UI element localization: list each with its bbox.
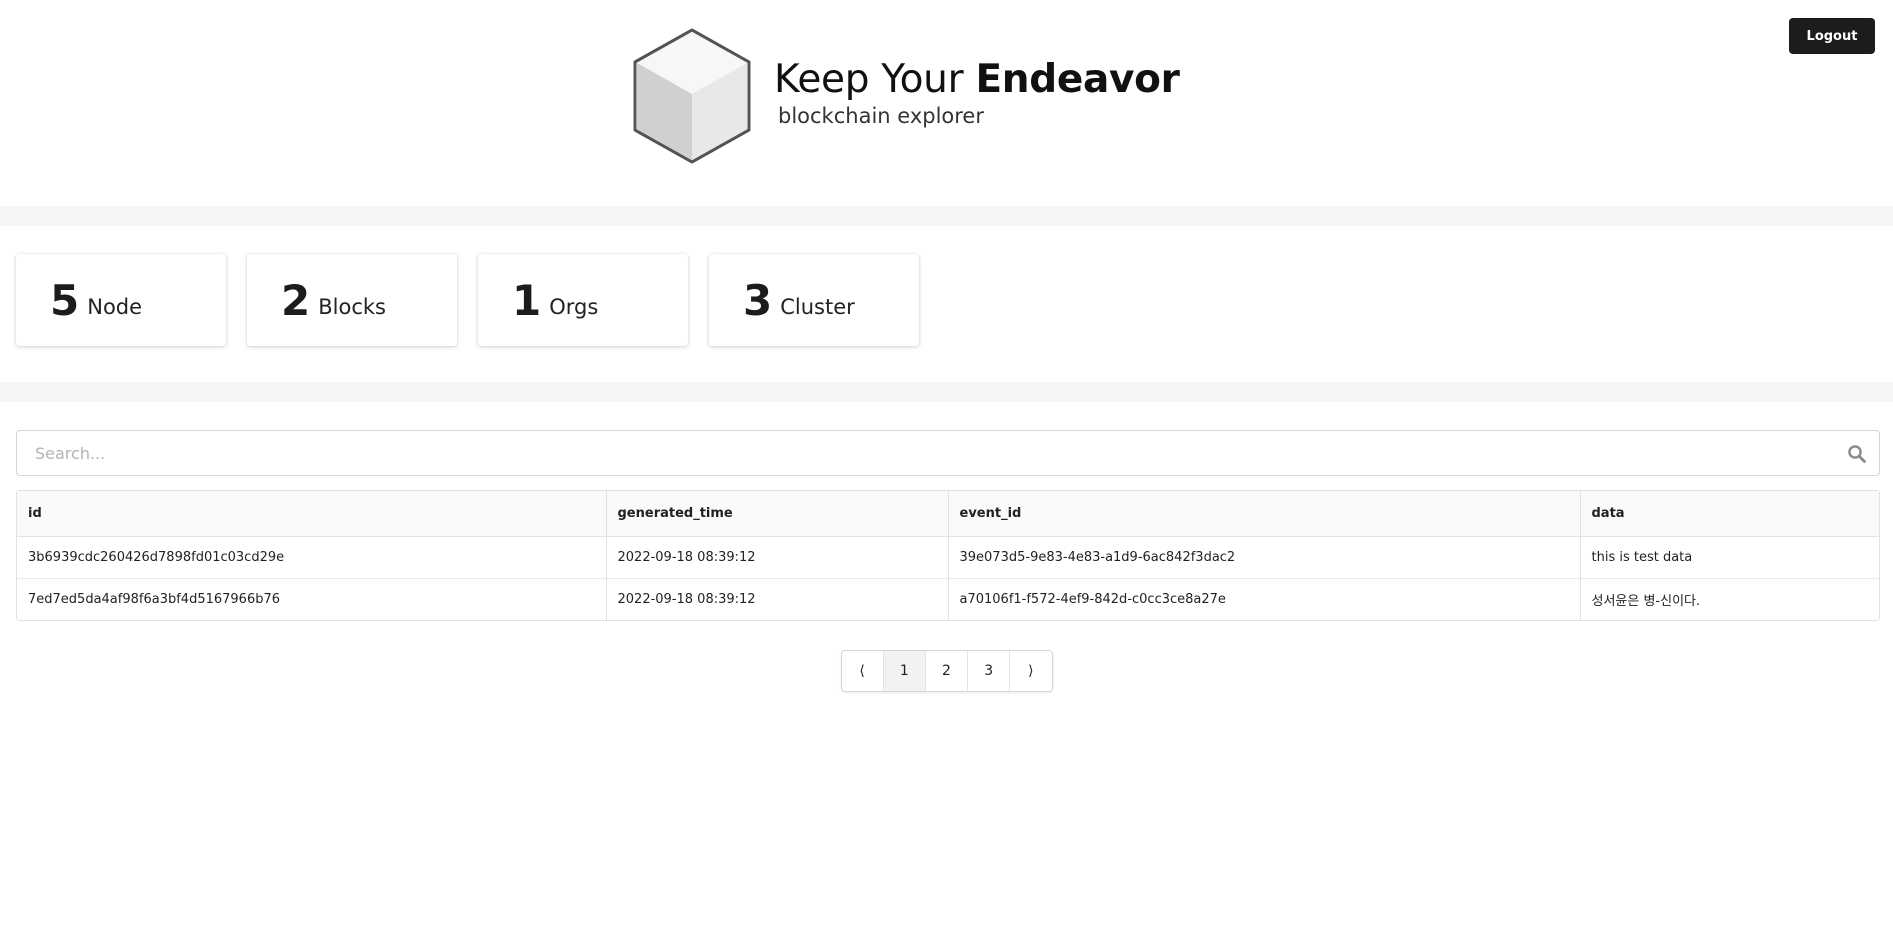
cell-data: 성서윤은 병-신이다. [1579,577,1879,620]
search-box [16,430,1880,476]
logo: Keep Your Endeavor blockchain explorer [632,28,1180,164]
cell-event-id: a70106f1-f572-4ef9-842d-c0cc3ce8a27e [947,577,1580,620]
pagination-page-2[interactable]: 2 [924,651,968,691]
cell-id: 7ed7ed5da4af98f6a3bf4d5167966b76 [17,577,606,620]
column-header-event-id[interactable]: event_id [947,491,1580,537]
table-row[interactable]: 7ed7ed5da4af98f6a3bf4d5167966b76 2022-09… [17,577,1879,620]
stat-card-orgs: 1 Orgs [478,254,688,346]
search-section [0,402,1893,476]
table-row[interactable]: 3b6939cdc260426d7898fd01c03cd29e 2022-09… [17,535,1879,578]
stat-value: 3 [743,275,773,325]
table-header-row: id generated_time event_id data [17,491,1879,537]
cell-generated-time: 2022-09-18 08:39:12 [605,577,948,620]
logo-title: Keep Your Endeavor [774,58,1180,102]
column-header-data[interactable]: data [1579,491,1879,537]
stat-card-cluster: 3 Cluster [709,254,919,346]
cell-data: this is test data [1579,535,1879,578]
cell-event-id: 39e073d5-9e83-4e83-a1d9-6ac842f3dac2 [947,535,1580,578]
section-divider [0,382,1893,402]
logo-subtitle: blockchain explorer [778,104,984,128]
logo-title-light: Keep Your [774,57,976,102]
section-divider [0,206,1893,226]
search-input[interactable] [17,431,1879,475]
header: Keep Your Endeavor blockchain explorer L… [0,0,1893,206]
stat-card-blocks: 2 Blocks [247,254,457,346]
pagination-prev-button[interactable]: ⟨ [841,651,883,691]
column-header-generated-time[interactable]: generated_time [605,491,948,537]
cell-id: 3b6939cdc260426d7898fd01c03cd29e [17,535,606,578]
stat-card-node: 5 Node [16,254,226,346]
stat-value: 5 [50,275,80,325]
stat-label: Blocks [318,295,386,319]
cube-icon [633,28,751,164]
stats-bar: 5 Node 2 Blocks 1 Orgs 3 Cluster [0,226,1893,382]
stat-label: Cluster [780,295,855,319]
cell-generated-time: 2022-09-18 08:39:12 [605,535,948,578]
pagination-next-button[interactable]: ⟩ [1009,651,1052,691]
stat-value: 2 [281,275,311,325]
stat-label: Orgs [549,295,599,319]
stat-label: Node [87,295,143,319]
logout-button[interactable]: Logout [1789,18,1875,54]
column-header-id[interactable]: id [17,491,606,537]
logo-title-bold: Endeavor [975,57,1180,102]
pagination-page-1[interactable]: 1 [882,651,925,691]
pagination: ⟨ 1 2 3 ⟩ [840,650,1053,692]
events-table: id generated_time event_id data 3b6939cd… [16,490,1880,621]
search-icon[interactable] [1847,444,1867,464]
pagination-page-3[interactable]: 3 [967,651,1010,691]
stat-value: 1 [512,275,542,325]
logo-text: Keep Your Endeavor blockchain explorer [774,58,1180,129]
